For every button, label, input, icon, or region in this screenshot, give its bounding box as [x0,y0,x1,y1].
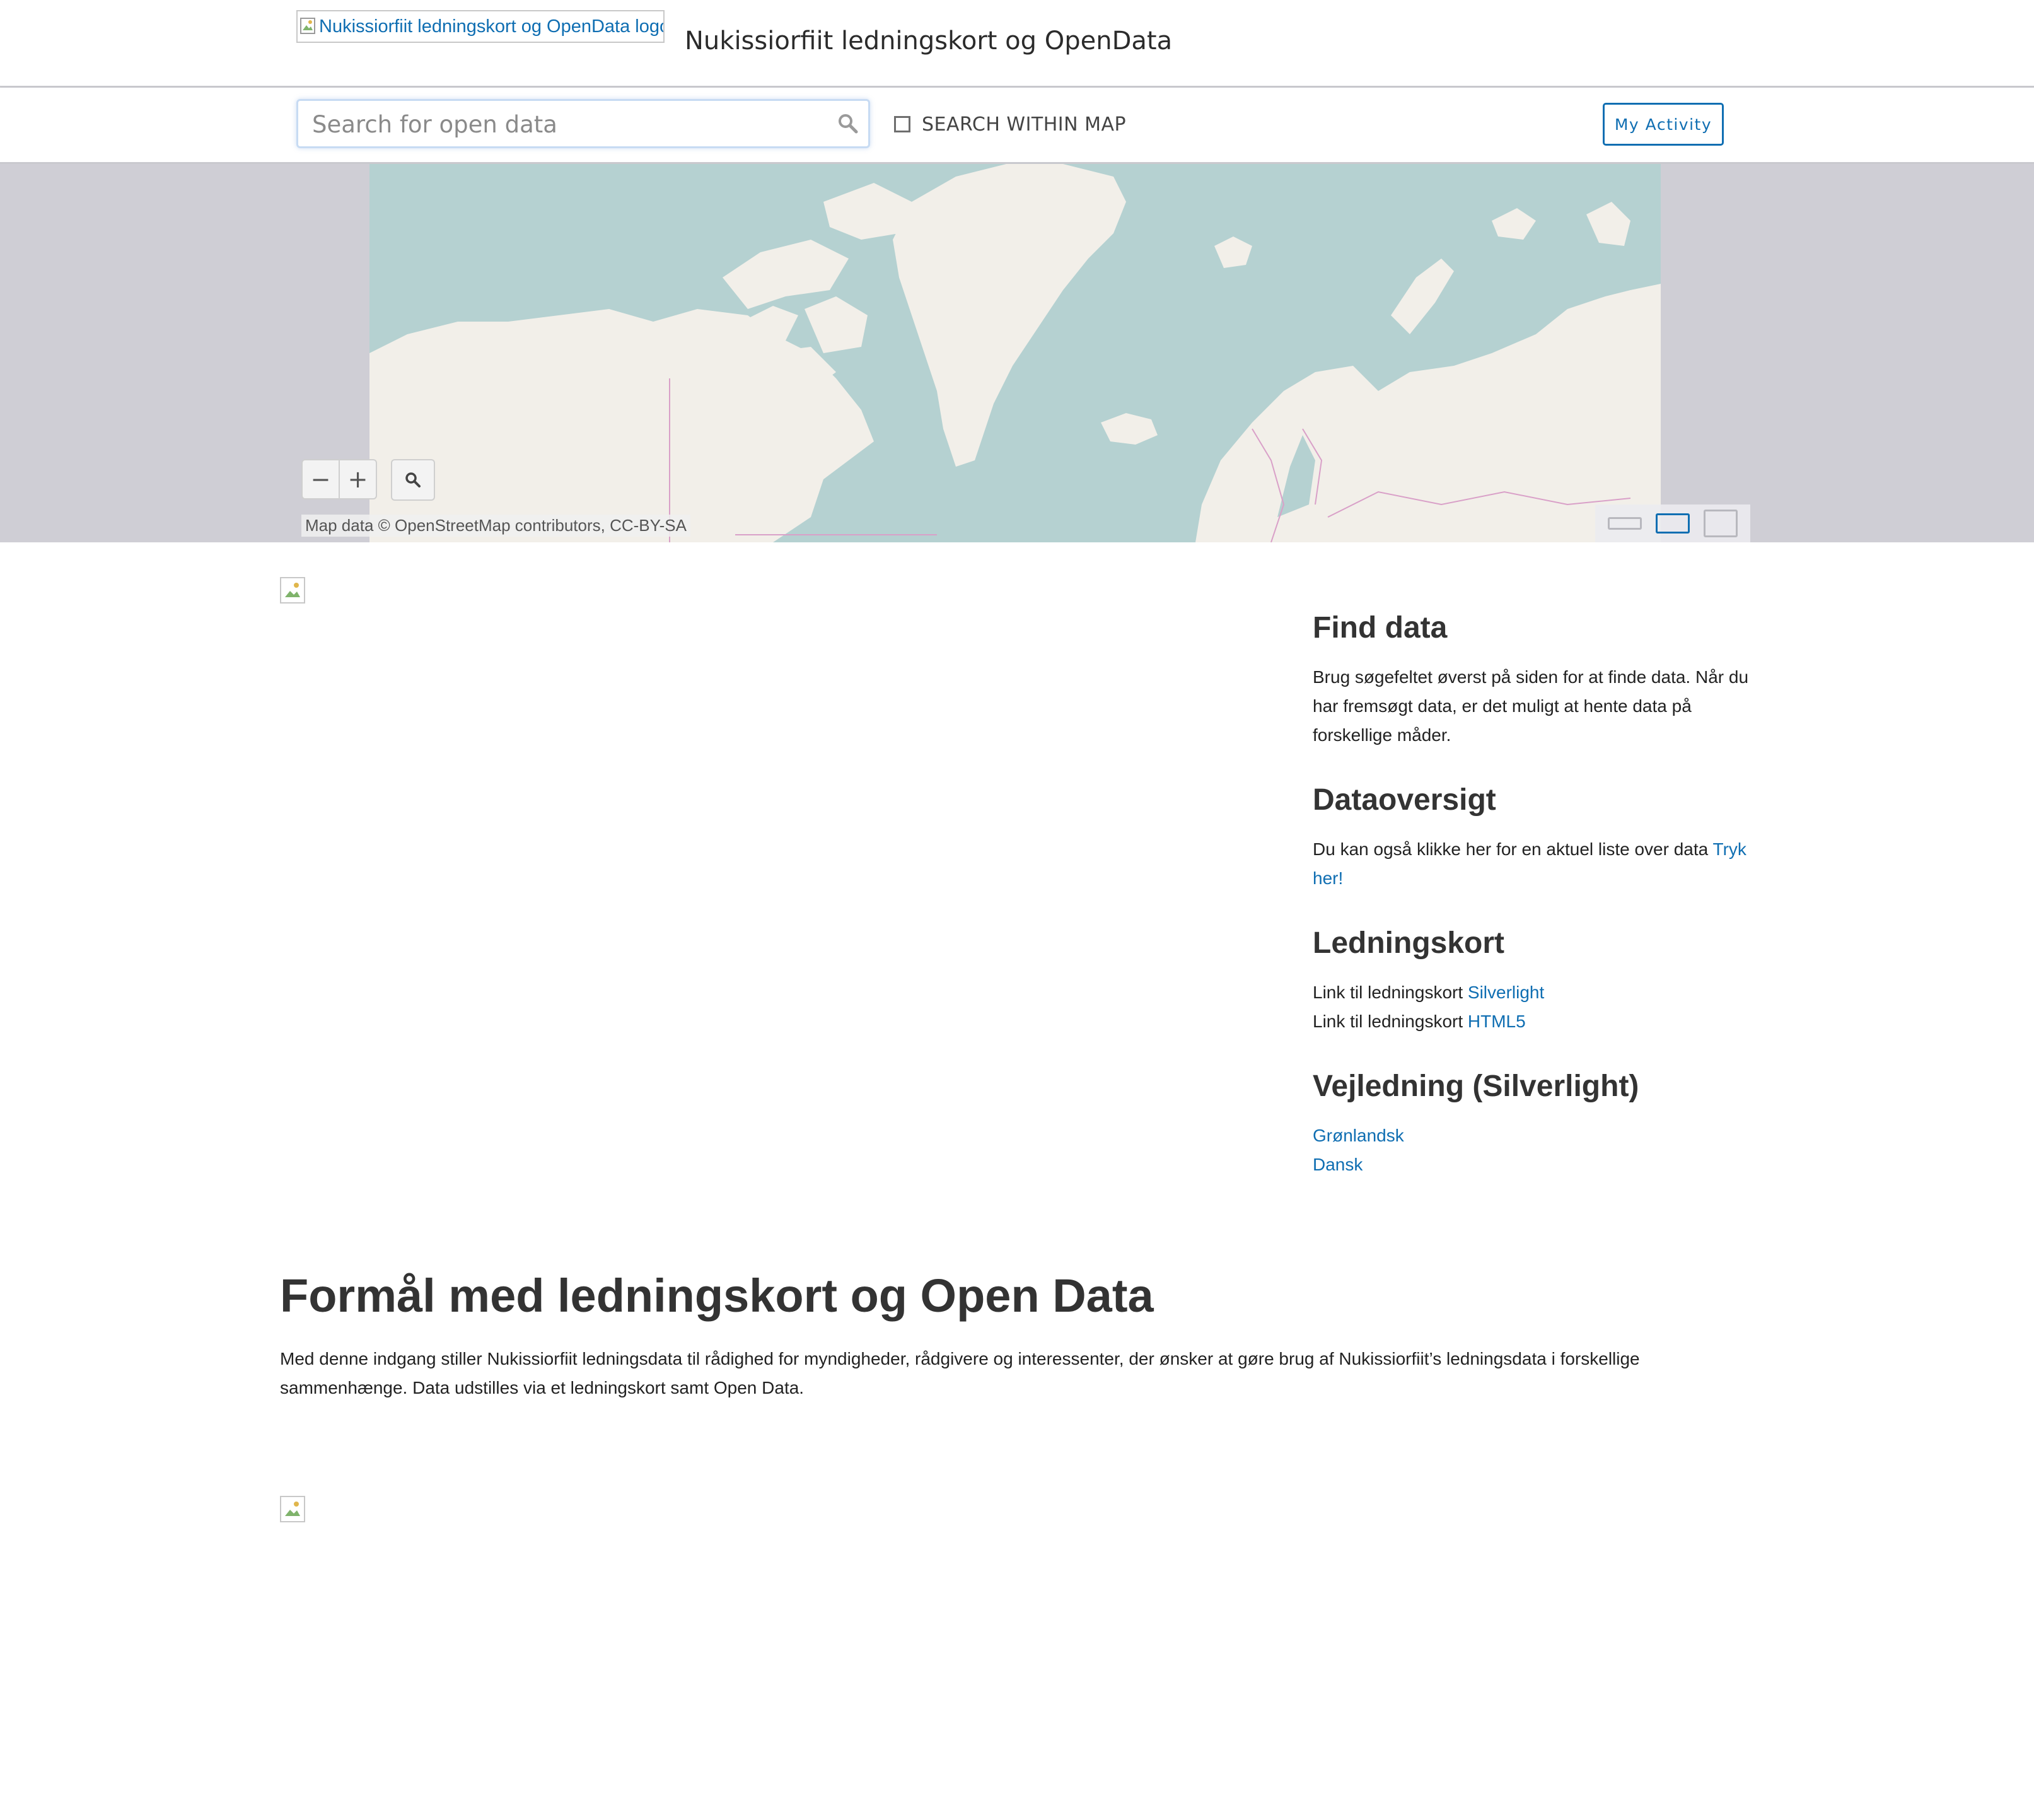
search-icon[interactable] [837,112,859,135]
ledningskort-html5-prefix: Link til ledningskort [1313,1012,1463,1031]
find-data-text: Brug søgefeltet øverst på siden for at f… [1313,667,1749,745]
find-data-heading: Find data [1313,611,1448,645]
broken-image-icon [280,1496,305,1522]
search-icon [405,472,421,487]
ledningskort-silverlight-link[interactable]: Silverlight [1468,983,1544,1002]
ledningskort-html5-link[interactable]: HTML5 [1468,1012,1526,1031]
search-within-map-checkbox[interactable] [894,116,910,132]
my-activity-button[interactable]: My Activity [1603,103,1724,146]
search-bar: SEARCH WITHIN MAP My Activity [0,88,2034,164]
map-size-controls [1595,505,1750,542]
map-size-small-button[interactable] [1608,517,1642,530]
search-within-map-label: SEARCH WITHIN MAP [922,113,1127,136]
zoom-in-button[interactable]: + [340,460,376,498]
map-area[interactable]: − + Map data © OpenStreetMap contributor… [0,164,2034,542]
purpose-heading: Formål med ledningskort og Open Data [280,1269,1154,1322]
data-overview-text: Du kan også klikke her for en aktuel lis… [1313,839,1709,859]
guide-danish-link[interactable]: Dansk [1313,1155,1363,1174]
ledningskort-links: Link til ledningskort Silverlight Link t… [1313,978,1767,1036]
search-input[interactable] [311,101,818,148]
site-logo-link[interactable]: Nukissiorfiit ledningskort og OpenData l… [296,10,665,43]
map-size-large-button[interactable] [1704,510,1738,537]
ledningskort-silverlight-prefix: Link til ledningskort [1313,983,1463,1002]
search-within-map-toggle[interactable]: SEARCH WITHIN MAP [894,113,1126,136]
guide-greenlandic-link[interactable]: Grønlandsk [1313,1126,1404,1145]
zoom-out-button[interactable]: − [303,460,340,498]
map-size-medium-button[interactable] [1656,513,1690,534]
sidebar: Find data Brug søgefeltet øverst på side… [1313,607,1767,1179]
search-box [296,99,870,148]
guide-heading: Vejledning (Silverlight) [1313,1070,1639,1103]
data-overview-heading: Dataoversigt [1313,783,1496,817]
broken-image-icon [300,18,315,34]
guide-links: Grønlandsk Dansk [1313,1121,1767,1179]
map-tiles[interactable] [369,164,1661,542]
zoom-control: − + [301,459,377,499]
broken-image-icon [280,577,305,604]
site-title[interactable]: Nukissiorfiit ledningskort og OpenData [685,26,1172,55]
map-search-button[interactable] [391,459,435,501]
site-header: Nukissiorfiit ledningskort og OpenData l… [0,0,2034,88]
logo-alt-text: Nukissiorfiit ledningskort og OpenData l… [319,16,665,37]
data-overview-text-block: Du kan også klikke her for en aktuel lis… [1313,835,1767,893]
map-attribution: Map data © OpenStreetMap contributors, C… [301,515,690,537]
ledningskort-heading: Ledningskort [1313,926,1505,960]
purpose-text: Med denne indgang stiller Nukissiorfiit … [280,1349,1640,1397]
